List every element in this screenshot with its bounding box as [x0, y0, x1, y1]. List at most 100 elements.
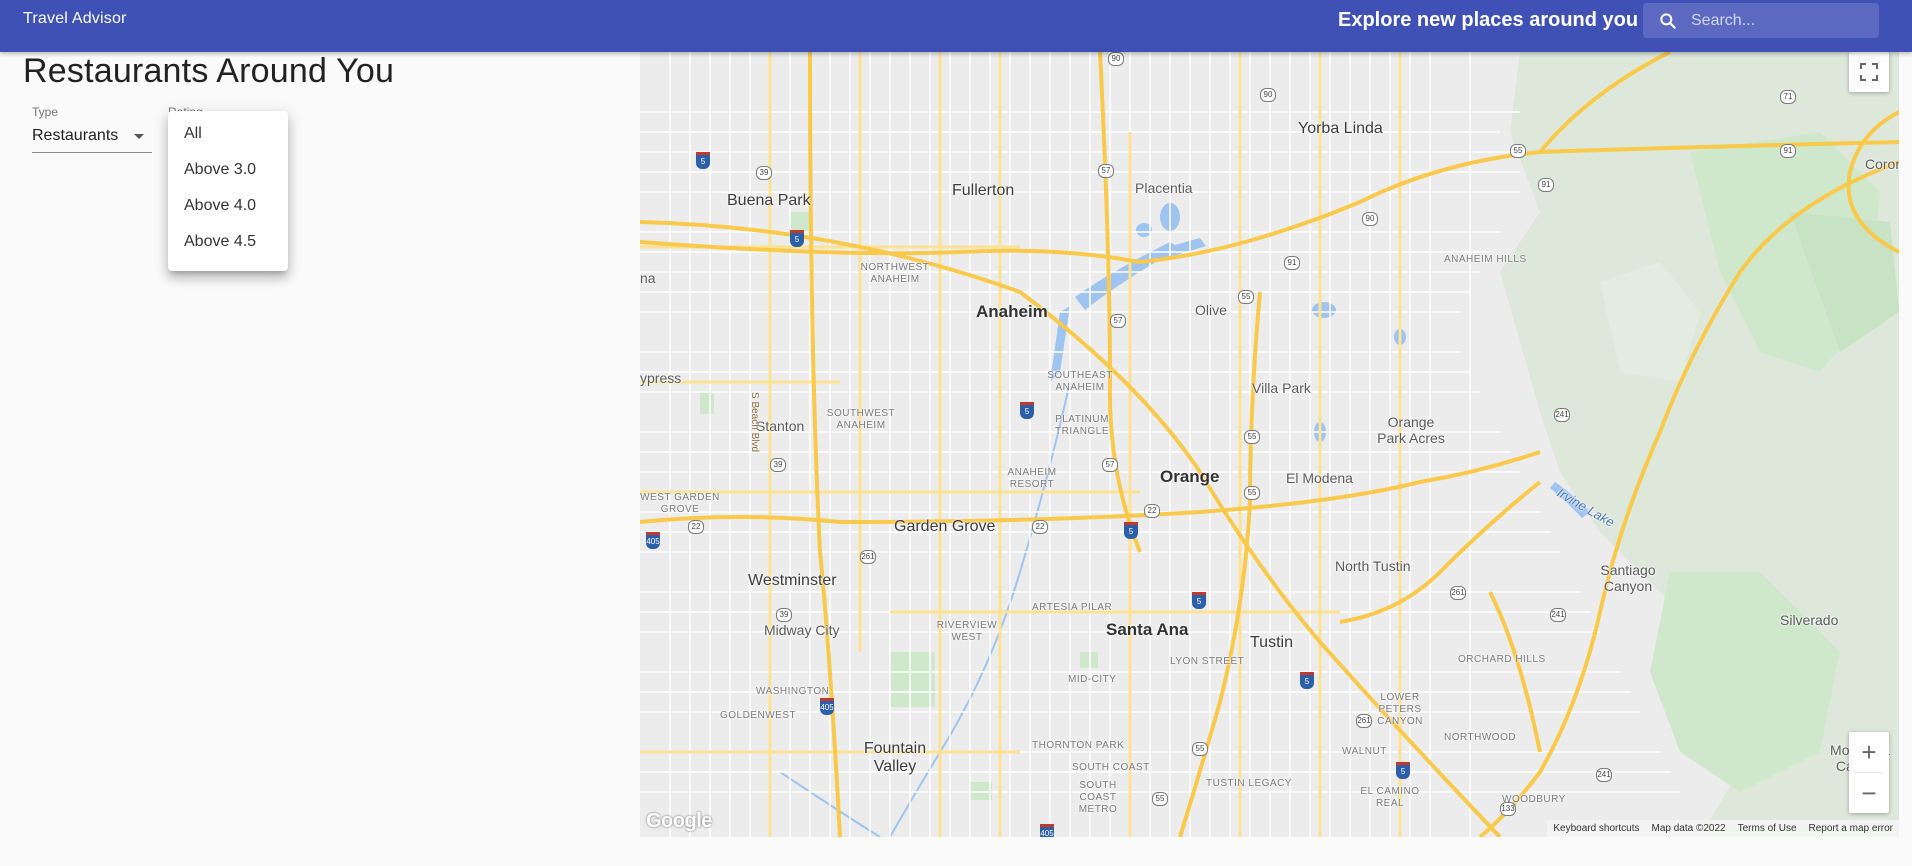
- terms-of-use-link[interactable]: Terms of Use: [1732, 823, 1803, 834]
- highway-shield: 22: [1032, 520, 1048, 534]
- map-label: na: [640, 270, 656, 286]
- map-label: Orange: [1160, 467, 1220, 486]
- fullscreen-button[interactable]: [1849, 52, 1889, 92]
- highway-shield: 22: [688, 520, 704, 534]
- map-label: Coron: [1865, 156, 1899, 172]
- type-select[interactable]: Restaurants: [32, 124, 152, 153]
- rating-option-above-4-5[interactable]: Above 4.5: [184, 233, 256, 251]
- zoom-in-button[interactable]: +: [1849, 732, 1889, 772]
- highway-shield: 261: [860, 550, 876, 564]
- map-label: Buena Park: [727, 192, 811, 209]
- rating-dropdown-menu: All Above 3.0 Above 4.0 Above 4.5: [168, 111, 288, 271]
- interstate-shield: 5: [1192, 592, 1206, 609]
- map-label: THORNTON PARK: [1032, 740, 1125, 751]
- highway-shield: 261: [1450, 586, 1466, 600]
- rating-option-all[interactable]: All: [184, 125, 202, 143]
- map[interactable]: Yorba Linda Fullerton Placentia Buena Pa…: [640, 52, 1899, 837]
- highway-shield: 91: [1780, 144, 1796, 158]
- google-logo[interactable]: Google: [646, 810, 712, 833]
- highway-shield: 55: [1192, 742, 1208, 756]
- highway-shield: 241: [1550, 608, 1566, 622]
- highway-shield: 241: [1554, 408, 1570, 422]
- interstate-shield: 405: [820, 698, 834, 715]
- map-label: Yorba Linda: [1298, 120, 1383, 137]
- map-label: Stanton: [756, 418, 805, 434]
- rating-option-above-4[interactable]: Above 4.0: [184, 197, 256, 215]
- interstate-shield: 5: [1300, 672, 1314, 689]
- map-label: EL CAMINO REAL: [1360, 786, 1420, 809]
- interstate-shield: 5: [1124, 522, 1138, 539]
- map-label: ANAHEIM RESORT: [1007, 467, 1057, 490]
- search-icon: [1660, 13, 1676, 29]
- map-label: Orange Park Acres: [1377, 414, 1445, 446]
- app-bar: Travel Advisor Explore new places around…: [0, 0, 1912, 52]
- map-label: PLATINUM TRIANGLE: [1054, 414, 1109, 437]
- highway-shield: 91: [1284, 256, 1300, 270]
- highway-shield: 22: [1144, 504, 1160, 518]
- map-label: S Beach Blvd: [749, 392, 760, 453]
- map-label: GOLDENWEST: [720, 710, 797, 721]
- highway-shield: 57: [1102, 458, 1118, 472]
- tagline: Explore new places around you: [1338, 9, 1639, 31]
- map-label: SOUTH COAST: [1072, 762, 1150, 773]
- search-box[interactable]: [1643, 3, 1879, 38]
- map-label: LYON STREET: [1170, 656, 1245, 667]
- highway-shield: 39: [770, 458, 786, 472]
- keyboard-shortcuts-link[interactable]: Keyboard shortcuts: [1547, 823, 1645, 834]
- highway-shield: 90: [1108, 52, 1124, 66]
- interstate-shield: 405: [646, 532, 660, 549]
- map-label: ORCHARD HILLS: [1458, 654, 1546, 665]
- search-input[interactable]: [1691, 3, 1871, 38]
- rating-option-above-3[interactable]: Above 3.0: [184, 161, 256, 179]
- map-label: WEST GARDEN GROVE: [640, 492, 720, 515]
- map-label: SOUTH COAST METRO: [1078, 780, 1118, 815]
- map-label: El Modena: [1286, 470, 1353, 486]
- map-label: SOUTHEAST ANAHEIM: [1047, 370, 1113, 393]
- map-label: Fountain Valley: [863, 740, 927, 775]
- interstate-shield: 405: [1040, 824, 1054, 837]
- map-label: Santa Ana: [1106, 620, 1189, 639]
- highway-shield: 57: [1110, 314, 1126, 328]
- interstate-shield: 5: [1396, 762, 1410, 779]
- type-select-value: Restaurants: [32, 127, 119, 144]
- map-terrain: [700, 52, 1899, 837]
- map-label: ANAHEIM HILLS: [1444, 254, 1527, 265]
- highway-shield: 55: [1244, 486, 1260, 500]
- map-label: Anaheim: [976, 302, 1048, 321]
- map-label: RIVERVIEW WEST: [936, 620, 998, 643]
- map-label: MID-CITY: [1068, 674, 1117, 685]
- highway-shield: 91: [1538, 178, 1554, 192]
- map-label: LOWER PETERS CANYON: [1377, 692, 1423, 727]
- map-label: WASHINGTON: [756, 686, 830, 697]
- highway-shield: 55: [1152, 792, 1168, 806]
- chevron-down-icon: [134, 134, 144, 139]
- highway-shield: 261: [1356, 714, 1372, 728]
- map-canvas: [640, 52, 1899, 837]
- highway-shield: 241: [1596, 768, 1612, 782]
- map-label: Placentia: [1135, 180, 1193, 196]
- highway-shield: 57: [1098, 164, 1114, 178]
- highway-shield: 39: [756, 166, 772, 180]
- highway-shield: 90: [1362, 212, 1378, 226]
- map-label: Midway City: [764, 622, 840, 638]
- map-label: Villa Park: [1252, 380, 1311, 396]
- map-label: TUSTIN LEGACY: [1206, 778, 1292, 789]
- map-label: NORTHWOOD: [1444, 732, 1517, 743]
- zoom-out-button[interactable]: −: [1849, 773, 1889, 813]
- fullscreen-icon: [1860, 63, 1878, 81]
- page-title: Restaurants Around You: [23, 52, 395, 90]
- highway-shield: 71: [1780, 90, 1796, 104]
- highway-shield: 90: [1260, 88, 1276, 102]
- map-label: Olive: [1195, 302, 1227, 318]
- map-label: Fullerton: [952, 182, 1015, 199]
- interstate-shield: 5: [790, 230, 804, 247]
- highway-shield: 39: [776, 608, 792, 622]
- map-label: Tustin: [1250, 634, 1293, 651]
- map-attribution: Keyboard shortcuts Map data ©2022 Terms …: [1547, 820, 1899, 837]
- map-data-text: Map data ©2022: [1651, 823, 1726, 834]
- interstate-shield: 5: [1020, 402, 1034, 419]
- map-label: Westminster: [748, 572, 837, 589]
- highway-shield: 55: [1510, 144, 1526, 158]
- zoom-control: + −: [1849, 732, 1889, 813]
- report-map-error-link[interactable]: Report a map error: [1803, 823, 1899, 834]
